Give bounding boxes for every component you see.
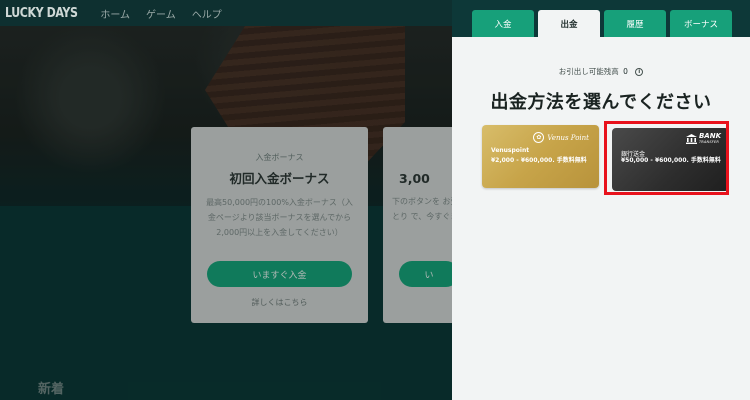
tab-deposit[interactable]: 入金 bbox=[472, 10, 534, 37]
info-icon[interactable]: i bbox=[635, 68, 644, 76]
nav-item-games[interactable]: ゲーム bbox=[146, 6, 176, 21]
site-header: LUCKY DAYS ホーム ゲーム ヘルプ bbox=[0, 0, 452, 26]
page-title: 出金方法を選んでください bbox=[490, 92, 712, 113]
payment-method-range: ¥50,000 - ¥600,000. 手数料無料 bbox=[621, 157, 721, 164]
payment-method-venuspoint[interactable]: ✿ Venus Point Venuspoint ¥2,000 - ¥600,0… bbox=[482, 125, 599, 188]
withdrawable-balance: お引出し可能残高 0 i bbox=[452, 66, 750, 77]
bank-building-icon bbox=[685, 134, 697, 144]
cashier-panel: 入金 出金 履歴 ボーナス お引出し可能残高 0 i 出金方法を選んでください … bbox=[452, 0, 750, 400]
bank-transfer-logo: BANK TRANSFER bbox=[685, 133, 721, 145]
tab-bonus[interactable]: ボーナス bbox=[670, 10, 732, 37]
main-nav: ホーム ゲーム ヘルプ bbox=[100, 6, 221, 21]
tab-history[interactable]: 履歴 bbox=[604, 10, 666, 37]
background-page: LUCKY DAYS ホーム ゲーム ヘルプ 入金ボーナス 初回入金ボーナス 最… bbox=[0, 0, 452, 400]
payment-method-bank-transfer[interactable]: BANK TRANSFER 銀行送金 ¥50,000 - ¥600,000. 手… bbox=[612, 128, 729, 191]
cashier-tabs: 入金 出金 履歴 ボーナス bbox=[452, 0, 750, 37]
venus-point-logo: ✿ Venus Point bbox=[533, 132, 589, 143]
payment-method-range: ¥2,000 - ¥600,000. 手数料無料 bbox=[491, 157, 587, 164]
modal-overlay[interactable] bbox=[0, 0, 452, 400]
nav-item-home[interactable]: ホーム bbox=[100, 6, 130, 21]
balance-label: お引出し可能残高 bbox=[558, 67, 619, 76]
tab-withdraw[interactable]: 出金 bbox=[538, 10, 600, 37]
site-logo[interactable]: LUCKY DAYS bbox=[5, 6, 78, 21]
payment-method-name: Venuspoint bbox=[491, 147, 530, 154]
venus-circle-icon: ✿ bbox=[533, 132, 545, 143]
balance-value: 0 bbox=[623, 67, 628, 76]
nav-item-help[interactable]: ヘルプ bbox=[192, 6, 222, 21]
